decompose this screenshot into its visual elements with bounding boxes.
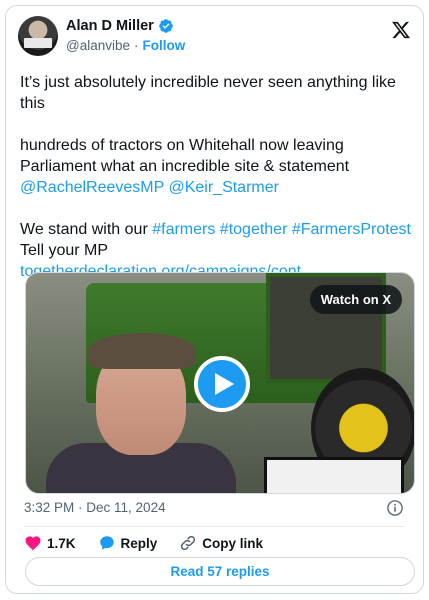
like-count: 1.7K: [47, 535, 76, 551]
tweet-card: Alan D Miller @alanvibe · Follow It’s ju…: [5, 5, 424, 594]
tweet-line-2-text: hundreds of tractors on Whitehall now le…: [20, 137, 350, 175]
follow-button[interactable]: Follow: [143, 38, 186, 53]
divider: [24, 526, 405, 527]
play-button[interactable]: [194, 356, 250, 412]
copy-link-label: Copy link: [202, 535, 264, 551]
tweet-header: Alan D Miller @alanvibe · Follow: [18, 16, 413, 64]
video-media[interactable]: Watch on X: [25, 272, 415, 494]
heart-icon: [25, 536, 41, 551]
x-logo-icon[interactable]: [391, 20, 411, 40]
mention-rachel-reeves[interactable]: @RachelReevesMP: [20, 179, 164, 196]
tweet-actions: 1.7K Reply Copy link: [24, 533, 285, 553]
reply-label: Reply: [120, 535, 158, 551]
author-display-name[interactable]: Alan D Miller: [66, 18, 154, 34]
hashtag-together[interactable]: #together: [220, 221, 288, 238]
watch-on-x-button[interactable]: Watch on X: [309, 285, 402, 314]
play-icon: [215, 373, 234, 395]
tweet-line-3: We stand with our #farmers #together #Fa…: [20, 219, 415, 240]
hashtag-farmers[interactable]: #farmers: [152, 221, 215, 238]
read-replies-button[interactable]: Read 57 replies: [25, 557, 415, 586]
like-button[interactable]: 1.7K: [24, 534, 76, 552]
tweet-line-3-prefix: We stand with our: [20, 221, 153, 238]
placard-image: [264, 457, 404, 493]
author-name-line: Alan D Miller: [66, 18, 174, 34]
tweet-timestamp[interactable]: 3:32 PM · Dec 11, 2024: [24, 500, 166, 515]
handle-separator: ·: [134, 38, 139, 53]
hashtag-farmers-protest[interactable]: #FarmersProtest: [292, 221, 411, 238]
author-handle[interactable]: @alanvibe: [66, 38, 130, 53]
reply-button[interactable]: Reply: [98, 534, 158, 552]
verified-badge-icon: [158, 19, 173, 33]
mention-keir-starmer[interactable]: @Keir_Starmer: [168, 179, 279, 196]
reply-bubble-icon: [99, 536, 114, 550]
link-icon: [181, 535, 196, 551]
avatar[interactable]: [18, 16, 58, 56]
tweet-text: It’s just absolutely incredible never se…: [20, 72, 415, 282]
person-cap-image: [88, 333, 196, 369]
tweet-line-2: hundreds of tractors on Whitehall now le…: [20, 135, 415, 198]
copy-link-button[interactable]: Copy link: [179, 534, 263, 552]
info-icon[interactable]: [386, 499, 404, 517]
tweet-line-1: It’s just absolutely incredible never se…: [20, 74, 396, 112]
author-handle-line: @alanvibe · Follow: [66, 38, 185, 53]
tweet-line-4: Tell your MP: [20, 242, 109, 259]
